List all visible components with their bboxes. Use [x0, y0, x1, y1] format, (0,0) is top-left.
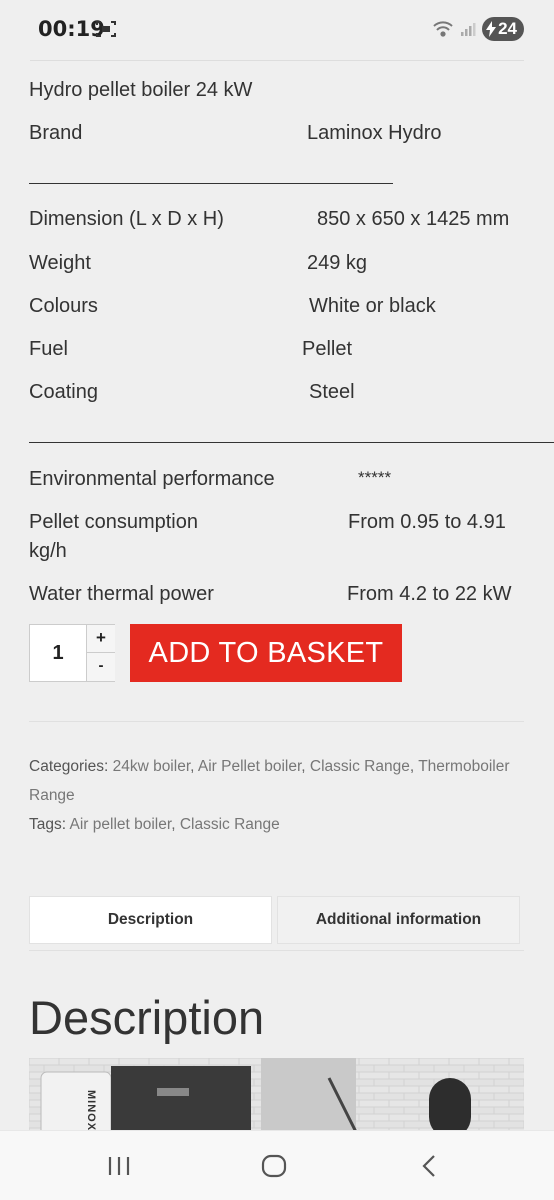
quantity-stepper: 1 + - [29, 624, 115, 682]
screen-record-icon [96, 20, 116, 43]
spec-brand-label: Brand [29, 122, 83, 144]
spec-environmental-label: Environmental performance [29, 468, 275, 490]
description-heading: Description [29, 991, 265, 1044]
category-link[interactable]: Air Pellet boiler [198, 758, 301, 775]
spec-pellet-label-unit: kg/h [29, 540, 67, 562]
spec-weight-label: Weight [29, 252, 91, 274]
spec-pellet-label: Pellet consumption [29, 511, 198, 533]
category-link[interactable]: 24kw boiler [113, 758, 191, 775]
spec-divider [29, 183, 393, 184]
battery-level: 24 [498, 19, 517, 38]
product-brand-text: MINOX [85, 1090, 97, 1130]
product-categories: Categories: 24kw boiler, Air Pellet boil… [29, 758, 510, 804]
wifi-icon [433, 21, 453, 37]
tag-link[interactable]: Air pellet boiler [70, 816, 172, 833]
spec-weight-value: 249 kg [307, 252, 368, 274]
signal-icon [461, 23, 476, 36]
quantity-decrease-button[interactable]: - [86, 653, 115, 681]
categories-label: Categories: [29, 758, 109, 775]
tab-additional-information[interactable]: Additional information [277, 896, 520, 944]
spec-fuel-value: Pellet [302, 338, 353, 360]
spec-coating-label: Coating [29, 381, 98, 403]
recent-apps-icon[interactable] [106, 1153, 132, 1184]
quantity-input[interactable]: 1 [30, 625, 86, 681]
status-bar: 00:19 24 [0, 0, 554, 48]
spec-dimension-label: Dimension (L x D x H) [29, 208, 224, 230]
spec-fuel-label: Fuel [29, 338, 68, 360]
top-divider [30, 60, 524, 61]
status-time: 00:19 [38, 17, 105, 41]
section-divider [29, 721, 524, 722]
spec-environmental-value: ***** [358, 468, 392, 487]
tabs-divider [29, 950, 524, 951]
tag-link[interactable]: Classic Range [180, 816, 280, 833]
spec-divider [29, 442, 554, 443]
spec-thermal-value: From 4.2 to 22 kW [347, 583, 512, 605]
product-image: MINOX [29, 1058, 524, 1130]
system-nav-bar [0, 1130, 554, 1200]
page-content: ⌢ ⌢ ⌢ ⌢ ⌢ Hydro pellet boiler 24 kW Bran… [0, 0, 554, 1130]
home-icon[interactable] [260, 1153, 288, 1184]
add-to-basket-button[interactable]: ADD TO BASKET [130, 624, 402, 682]
spec-colours-value: White or black [309, 295, 436, 317]
spec-dimension-value: 850 x 650 x 1425 mm [317, 208, 510, 230]
product-tags: Tags: Air pellet boiler, Classic Range [29, 816, 280, 833]
spec-colours-label: Colours [29, 295, 98, 317]
tags-label: Tags: [29, 816, 67, 833]
charging-icon [486, 21, 497, 37]
tab-description[interactable]: Description [29, 896, 272, 944]
status-icons: 24 [432, 17, 524, 41]
spec-coating-value: Steel [309, 381, 355, 403]
battery-indicator: 24 [482, 17, 524, 41]
spec-thermal-label: Water thermal power [29, 583, 214, 605]
back-icon[interactable] [418, 1153, 442, 1184]
product-title: Hydro pellet boiler 24 kW [29, 79, 253, 101]
spec-pellet-value: From 0.95 to 4.91 [348, 511, 506, 533]
quantity-increase-button[interactable]: + [86, 625, 115, 653]
spec-brand-value: Laminox Hydro [307, 122, 442, 144]
category-link[interactable]: Classic Range [310, 758, 410, 775]
